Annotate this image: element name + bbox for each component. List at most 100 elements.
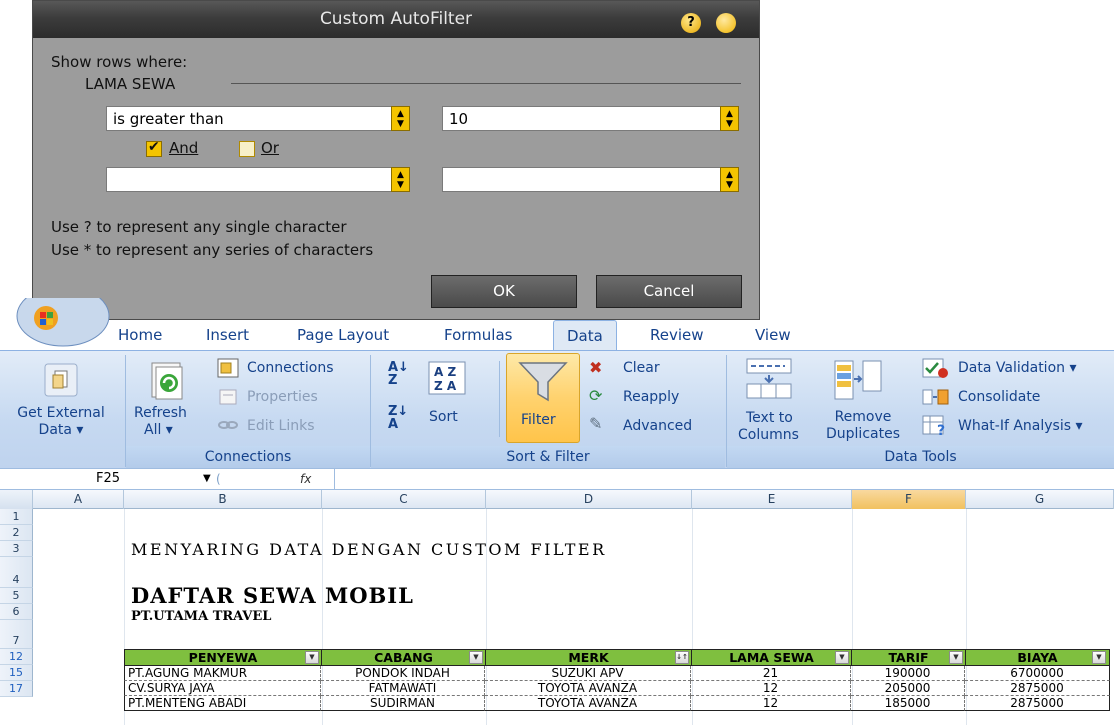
advanced-button[interactable]: Advanced — [623, 418, 692, 435]
sort-z-a-button[interactable]: Z↓ A — [388, 405, 408, 431]
consolidate-button[interactable]: Consolidate — [958, 389, 1040, 406]
office-button-icon[interactable] — [16, 298, 110, 348]
ok-button[interactable]: OK — [431, 275, 577, 308]
cell-biaya[interactable]: 6700000 — [965, 666, 1110, 681]
row-header[interactable]: 1 — [0, 509, 33, 525]
remove-duplicates-button[interactable]: Remove Duplicates — [818, 409, 908, 443]
cell-lama-sewa[interactable]: 12 — [691, 681, 851, 696]
row-header[interactable]: 2 — [0, 525, 33, 541]
row-header[interactable]: 12 — [0, 649, 33, 665]
text-to-columns-button[interactable]: Text to — [746, 410, 793, 427]
tab-formulas[interactable]: Formulas — [444, 326, 512, 344]
tab-review[interactable]: Review — [650, 326, 704, 344]
header-tarif: TARIF ▼ — [852, 650, 966, 665]
data-validation-button[interactable]: Data Validation ▾ — [958, 360, 1077, 377]
properties-button[interactable]: Properties — [247, 389, 318, 406]
cell-lama-sewa[interactable]: 12 — [691, 696, 851, 711]
row-header[interactable]: 5 — [0, 588, 33, 604]
sort-a-z-button[interactable]: A↓ Z — [388, 361, 409, 387]
header-lama-sewa-label: LAMA SEWA — [729, 650, 814, 665]
cell-merk[interactable]: TOYOTA AVANZA — [485, 681, 691, 696]
cell-cabang[interactable]: FATMAWATI — [321, 681, 485, 696]
cell-biaya[interactable]: 2875000 — [965, 696, 1110, 711]
show-rows-label: Show rows where: — [51, 53, 188, 71]
dropdown-arrow-icon[interactable]: ▲ ▼ — [720, 106, 739, 131]
criteria1-operator-select[interactable]: is greater than ▲ ▼ — [106, 106, 410, 131]
formula-input[interactable] — [334, 469, 1114, 489]
close-icon[interactable] — [716, 13, 736, 33]
sort-ascending-icon: A↓ Z — [388, 360, 409, 388]
reapply-button[interactable]: Reapply — [623, 389, 679, 406]
criteria1-value-input[interactable]: 10 ▲ ▼ — [442, 106, 739, 131]
cell-cabang[interactable]: SUDIRMAN — [321, 696, 485, 711]
remove-duplicates-label-2: Duplicates — [826, 426, 900, 442]
column-header-c[interactable]: C — [322, 490, 486, 509]
row-header[interactable]: 17 — [0, 681, 33, 697]
clear-button[interactable]: Clear — [623, 360, 660, 377]
cell-penyewa[interactable]: PT.MENTENG ABADI — [124, 696, 321, 711]
criteria2-value-input[interactable]: ▲ ▼ — [442, 167, 739, 192]
dropdown-arrow-icon[interactable]: ▲ ▼ — [720, 167, 739, 192]
select-all-corner[interactable] — [0, 490, 33, 509]
filter-dropdown-icon[interactable]: ▼ — [469, 651, 483, 664]
sheet-subheading: PT.UTAMA TRAVEL — [131, 609, 272, 624]
cell-merk[interactable]: TOYOTA AVANZA — [485, 696, 691, 711]
help-icon[interactable]: ? — [681, 13, 701, 33]
column-header-b[interactable]: B — [124, 490, 322, 509]
criteria2-operator-select[interactable]: ▲ ▼ — [106, 167, 410, 192]
table-row: PT.AGUNG MAKMUR PONDOK INDAH SUZUKI APV … — [124, 666, 1110, 681]
name-box-splitter-icon[interactable]: ( — [216, 469, 221, 489]
cell-tarif[interactable]: 185000 — [851, 696, 965, 711]
tab-home[interactable]: Home — [118, 326, 162, 344]
sheet-heading: DAFTAR SEWA MOBIL — [131, 583, 414, 608]
funnel-icon — [518, 362, 568, 402]
row-header[interactable]: 3 — [0, 541, 33, 557]
or-radio[interactable] — [239, 141, 255, 157]
cell-tarif[interactable]: 190000 — [851, 666, 965, 681]
insert-function-icon[interactable]: fx — [300, 469, 330, 489]
cell-penyewa[interactable]: PT.AGUNG MAKMUR — [124, 666, 321, 681]
column-header-g[interactable]: G — [966, 490, 1114, 509]
name-box-dropdown-icon[interactable]: ▼ — [203, 469, 211, 489]
tab-data[interactable]: Data — [553, 320, 617, 350]
refresh-all-button[interactable]: Refresh All ▾ — [134, 405, 187, 439]
get-external-data-button[interactable]: Get External Data ▾ — [0, 405, 122, 439]
row-header[interactable]: 4 — [0, 557, 33, 588]
dropdown-arrow-icon[interactable]: ▲ ▼ — [391, 106, 410, 131]
filter-dropdown-icon[interactable]: ▼ — [305, 651, 319, 664]
connections-button[interactable]: Connections — [247, 360, 334, 377]
svg-text:Z A: Z A — [434, 379, 457, 393]
or-label: Or — [261, 139, 279, 157]
sort-button[interactable]: Sort — [429, 409, 458, 426]
cell-merk[interactable]: SUZUKI APV — [485, 666, 691, 681]
connections-icon — [217, 358, 239, 378]
what-if-analysis-icon: ? — [922, 415, 945, 437]
and-radio[interactable] — [146, 139, 162, 157]
tab-page-layout[interactable]: Page Layout — [297, 326, 389, 344]
cancel-button[interactable]: Cancel — [596, 275, 742, 308]
filter-dropdown-icon[interactable]: ▼ — [1092, 651, 1106, 664]
row-header[interactable]: 15 — [0, 665, 33, 681]
column-header-f[interactable]: F — [852, 490, 966, 509]
column-header-e[interactable]: E — [692, 490, 852, 509]
name-box[interactable]: F25 ▼ ( — [0, 469, 246, 489]
table-row: CV.SURYA JAYA FATMAWATI TOYOTA AVANZA 12… — [124, 681, 1110, 696]
dropdown-arrow-icon[interactable]: ▲ ▼ — [391, 167, 410, 192]
row-header[interactable]: 7 — [0, 620, 33, 649]
filter-button[interactable]: Filter — [506, 353, 580, 443]
cell-penyewa[interactable]: CV.SURYA JAYA — [124, 681, 321, 696]
row-header[interactable]: 6 — [0, 604, 33, 620]
filtered-dropdown-icon[interactable]: ▼ — [835, 651, 849, 664]
cell-lama-sewa[interactable]: 21 — [691, 666, 851, 681]
edit-links-button[interactable]: Edit Links — [247, 418, 315, 435]
cell-cabang[interactable]: PONDOK INDAH — [321, 666, 485, 681]
cell-tarif[interactable]: 205000 — [851, 681, 965, 696]
filter-dropdown-icon[interactable]: ▼ — [949, 651, 963, 664]
what-if-analysis-button[interactable]: What-If Analysis ▾ — [958, 418, 1083, 435]
tab-view[interactable]: View — [755, 326, 791, 344]
column-header-a[interactable]: A — [33, 490, 124, 509]
tab-insert[interactable]: Insert — [206, 326, 249, 344]
sort-dropdown-icon[interactable]: ↓↑ — [675, 651, 689, 664]
column-header-d[interactable]: D — [486, 490, 692, 509]
cell-biaya[interactable]: 2875000 — [965, 681, 1110, 696]
